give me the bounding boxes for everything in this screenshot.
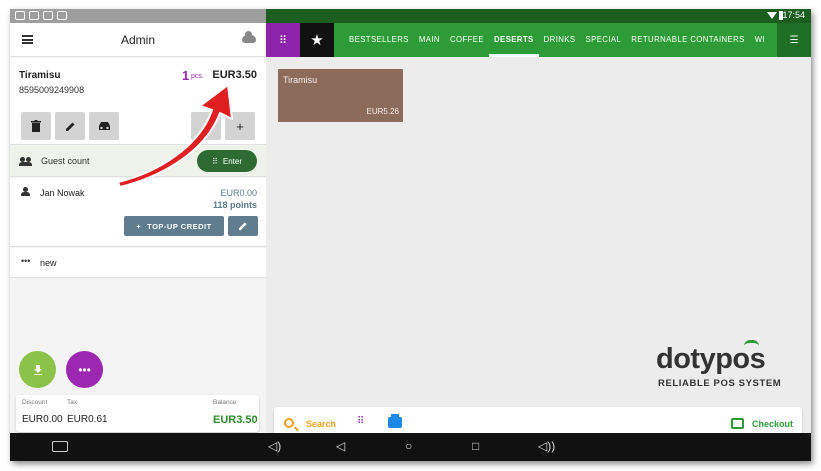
tab-bestsellers[interactable]: BESTSELLERS	[344, 23, 414, 57]
pencil-icon	[65, 122, 74, 131]
edit-item-button[interactable]	[55, 112, 85, 140]
top-up-label: TOP-UP CREDIT	[147, 221, 212, 231]
customer-row: Jan Nowak EUR0.00 118 points + TOP-UP CR…	[10, 178, 266, 247]
item-quantity: 1	[182, 68, 190, 83]
tab-returnable-containers[interactable]: RETURNABLE CONTAINERS	[626, 23, 750, 57]
category-list-button[interactable]: ☰	[777, 23, 811, 57]
printer-icon[interactable]	[388, 414, 402, 428]
person-icon	[21, 187, 31, 197]
cloud-sync-icon[interactable]	[242, 31, 256, 43]
plus-icon: +	[136, 221, 142, 231]
download-icon	[33, 364, 42, 375]
camera-icon[interactable]	[52, 441, 68, 452]
more-options-button[interactable]: •••	[66, 351, 103, 388]
recents-icon[interactable]: □	[472, 439, 479, 453]
right-status-bar: 17:54	[266, 9, 811, 23]
tab-coffee[interactable]: COFFEE	[445, 23, 489, 57]
logo-tagline: RELIABLE POS SYSTEM	[658, 378, 782, 389]
category-tabs: BESTSELLERS MAIN COFFEE DESERTS DRINKS SPECIA…	[344, 23, 770, 57]
category-bar: ⠿ ★ BESTSELLERS MAIN COFFEE DESERTS DRINKS SP…	[266, 23, 811, 57]
car-icon	[98, 122, 110, 130]
notification-icon	[29, 11, 39, 20]
guest-count-row: Guest count ⠿ Enter	[10, 146, 266, 177]
note-row[interactable]: ••• new	[10, 248, 266, 278]
catalog-panel: ⠿ ★ BESTSELLERS MAIN COFFEE DESERTS DRINKS SP…	[266, 23, 811, 443]
guest-count-label: Guest count	[41, 156, 90, 166]
app-window: 17:54 Admin Tiramisu 8595009249908 1 pcs…	[10, 9, 811, 461]
clock: 17:54	[782, 10, 805, 20]
order-panel: Admin Tiramisu 8595009249908 1 pcs. EUR3…	[10, 23, 266, 433]
tab-drinks[interactable]: DRINKS	[539, 23, 581, 57]
tab-wi[interactable]: WI	[750, 23, 770, 57]
increase-quantity-button[interactable]: +	[225, 112, 255, 140]
android-nav-bar: ◁) ◁ ○ □ ◁))	[10, 433, 811, 461]
order-header: Admin	[10, 23, 266, 57]
order-item[interactable]: Tiramisu 8595009249908 1 pcs. EUR3.50 +	[10, 58, 266, 145]
balance-value: EUR3.50	[213, 414, 258, 426]
takeaway-button[interactable]	[89, 112, 119, 140]
save-order-button[interactable]	[19, 351, 56, 388]
discount-value: EUR0.00	[22, 414, 63, 425]
screen-icon	[57, 11, 67, 20]
keypad-button[interactable]: ⠿	[266, 23, 300, 57]
more-dots-icon: •••	[78, 362, 91, 377]
item-price: EUR3.50	[212, 69, 257, 81]
item-name: Tiramisu	[19, 70, 61, 81]
favorites-button[interactable]: ★	[300, 23, 334, 57]
customer-credit: EUR0.00	[220, 188, 257, 198]
back-icon[interactable]: ◁	[336, 439, 345, 453]
more-dots-icon: •••	[21, 256, 31, 266]
tab-special[interactable]: SPECIAL	[581, 23, 627, 57]
item-code: 8595009249908	[19, 85, 85, 95]
totals-panel: Discount EUR0.00 Tax EUR0.61 Balance EUR…	[16, 395, 259, 432]
dotypos-logo: dotypos	[656, 343, 766, 375]
tab-main[interactable]: MAIN	[414, 23, 445, 57]
eye-icon	[15, 11, 25, 20]
customer-name: Jan Nowak	[40, 188, 85, 198]
balance-label: Balance	[213, 399, 237, 406]
tax-value: EUR0.61	[67, 414, 108, 425]
product-tile[interactable]: Tiramisu EUR5.26	[278, 69, 403, 122]
wallet-icon[interactable]	[731, 418, 744, 429]
tax-label: Tax	[67, 399, 78, 406]
product-name: Tiramisu	[283, 75, 318, 85]
discount-label: Discount	[22, 399, 48, 406]
volume-up-icon[interactable]: ◁))	[538, 439, 555, 453]
keypad-icon: ⠿	[278, 34, 288, 47]
top-up-credit-button[interactable]: + TOP-UP CREDIT	[124, 216, 224, 236]
keypad-icon: ⠿	[212, 156, 218, 166]
user-title: Admin	[120, 33, 155, 47]
people-icon	[19, 157, 32, 166]
display-icon	[43, 11, 53, 20]
volume-down-icon[interactable]: ◁)	[268, 439, 281, 453]
customer-points: 118 points	[212, 200, 257, 210]
logo-accent	[744, 340, 759, 346]
search-icon[interactable]	[284, 418, 294, 428]
list-icon: ☰	[789, 34, 799, 46]
pencil-icon	[238, 222, 247, 231]
enter-button-label: Enter	[222, 156, 242, 166]
product-price: EUR5.26	[366, 107, 399, 116]
checkout-button[interactable]: Checkout	[752, 419, 793, 429]
delete-item-button[interactable]	[21, 112, 51, 140]
note-label: new	[40, 258, 57, 268]
tab-deserts[interactable]: DESERTS	[489, 23, 539, 57]
home-icon[interactable]: ○	[405, 439, 412, 453]
enter-guest-count-button[interactable]: ⠿ Enter	[197, 150, 257, 172]
wifi-icon	[767, 12, 777, 19]
keypad-icon[interactable]: ⠿	[357, 416, 364, 427]
edit-customer-button[interactable]	[228, 216, 258, 236]
left-status-bar	[10, 9, 266, 23]
search-button[interactable]: Search	[306, 419, 336, 429]
decrease-quantity-button[interactable]	[191, 112, 221, 140]
trash-icon	[31, 120, 41, 132]
item-quantity-unit: pcs.	[191, 73, 204, 80]
star-icon: ★	[310, 32, 324, 49]
